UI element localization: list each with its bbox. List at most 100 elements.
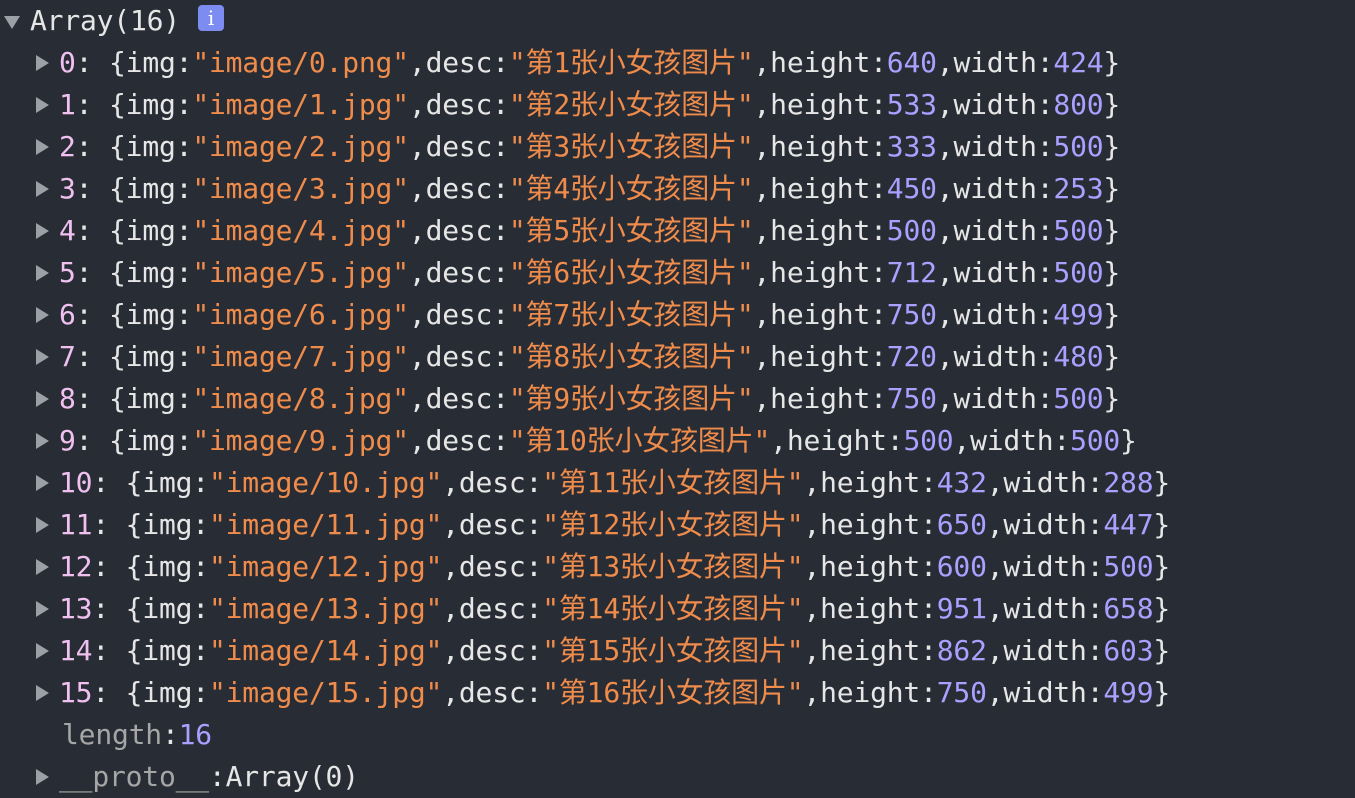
expand-triangle-right-icon[interactable] [36, 475, 49, 491]
expand-triangle-right-icon[interactable] [36, 685, 49, 701]
expand-triangle-right-icon[interactable] [36, 769, 49, 785]
colon: : { [92, 676, 143, 709]
array-item-row[interactable]: 10: {img: " image/10.jpg ", desc: " 第11张小女孩… [0, 462, 1355, 504]
expand-triangle-right-icon[interactable] [36, 55, 49, 71]
array-item-row[interactable]: 2: {img: " image/2.jpg ", desc: " 第3张小女孩图片 "… [0, 126, 1355, 168]
comma: , [442, 592, 459, 625]
colon: : { [75, 88, 126, 121]
array-item-row[interactable]: 14: {img: " image/14.jpg ", desc: " 第15张小女孩… [0, 630, 1355, 672]
array-item-row[interactable]: 8: {img: " image/8.jpg ", desc: " 第9张小女孩图片 "… [0, 378, 1355, 420]
comma: , [442, 676, 459, 709]
expand-triangle-right-icon[interactable] [36, 517, 49, 533]
colon: : [920, 592, 937, 625]
comma: , [936, 256, 954, 289]
colon: : [525, 676, 543, 709]
colon: : [870, 298, 887, 331]
img-key: img [125, 172, 176, 205]
expand-triangle-right-icon[interactable] [36, 139, 49, 155]
expand-triangle-right-icon[interactable] [36, 265, 49, 281]
expand-triangle-right-icon[interactable] [36, 433, 49, 449]
expand-triangle-right-icon[interactable] [36, 181, 49, 197]
expand-triangle-right-icon[interactable] [36, 601, 49, 617]
width-key: width [953, 172, 1037, 205]
colon: : [175, 88, 193, 121]
array-item-row[interactable]: 9: {img: " image/9.jpg ", desc: " 第10张小女孩图片… [0, 420, 1355, 462]
array-item-row[interactable]: 6: {img: " image/6.jpg ", desc: " 第7张小女孩图片 "… [0, 294, 1355, 336]
img-key: img [142, 466, 193, 499]
colon: : [492, 298, 509, 331]
desc-value: 第11张小女孩图片 [558, 466, 787, 499]
expand-triangle-down-icon[interactable] [4, 15, 20, 29]
comma: , [753, 214, 771, 247]
close-brace: } [1103, 172, 1121, 205]
width-value: 500 [1070, 424, 1121, 457]
desc-value: 第9张小女孩图片 [525, 382, 737, 415]
array-item-row[interactable]: 4: {img: " image/4.jpg ", desc: " 第5张小女孩图片 "… [0, 210, 1355, 252]
colon: : [870, 382, 887, 415]
item-index: 14 [59, 634, 93, 667]
array-root-row[interactable]: Array(16) i [0, 0, 1355, 42]
item-index: 11 [59, 508, 93, 541]
array-item-row[interactable]: 7: {img: " image/7.jpg ", desc: " 第8张小女孩图片 "… [0, 336, 1355, 378]
quote: " [736, 298, 754, 331]
comma: , [442, 508, 459, 541]
desc-key: desc [458, 550, 526, 583]
array-item-row[interactable]: 1: {img: " image/1.jpg ", desc: " 第2张小女孩图片 "… [0, 84, 1355, 126]
expand-triangle-right-icon[interactable] [36, 643, 49, 659]
quote: " [392, 298, 409, 331]
width-value: 480 [1053, 340, 1104, 373]
array-items: 0: {img: " image/0.png ", desc: " 第1张小女孩图片 "… [0, 42, 1355, 714]
item-index: 6 [59, 298, 76, 331]
desc-key: desc [425, 256, 493, 289]
quote: " [736, 340, 754, 373]
colon: : [525, 634, 543, 667]
array-item-row[interactable]: 5: {img: " image/5.jpg ", desc: " 第6张小女孩图片 "… [0, 252, 1355, 294]
quote: " [736, 382, 754, 415]
expand-triangle-right-icon[interactable] [36, 559, 49, 575]
img-value: image/13.jpg [225, 592, 426, 625]
info-icon[interactable]: i [197, 5, 224, 31]
array-item-row[interactable]: 13: {img: " image/13.jpg ", desc: " 第14张小女孩… [0, 588, 1355, 630]
quote: " [208, 676, 226, 709]
comma: , [753, 256, 771, 289]
colon: : { [75, 130, 126, 163]
item-index: 3 [59, 172, 76, 205]
colon: : [492, 340, 509, 373]
expand-triangle-right-icon[interactable] [36, 391, 49, 407]
colon: : [870, 214, 887, 247]
comma: , [408, 46, 426, 79]
height-value: 650 [936, 508, 987, 541]
proto-row[interactable]: __proto__: Array(0) [0, 756, 1355, 798]
item-index: 15 [59, 676, 93, 709]
comma: , [936, 382, 954, 415]
width-key: width [953, 46, 1037, 79]
colon: : [492, 382, 509, 415]
array-item-row[interactable]: 3: {img: " image/3.jpg ", desc: " 第4张小女孩图片 "… [0, 168, 1355, 210]
desc-value: 第8张小女孩图片 [525, 340, 737, 373]
close-brace: } [1103, 256, 1121, 289]
array-item-row[interactable]: 12: {img: " image/12.jpg ", desc: " 第13张小女孩… [0, 546, 1355, 588]
array-item-row[interactable]: 15: {img: " image/15.jpg ", desc: " 第16张小女孩… [0, 672, 1355, 714]
width-key: width [1003, 634, 1087, 667]
array-item-row[interactable]: 11: {img: " image/11.jpg ", desc: " 第12张小女孩… [0, 504, 1355, 546]
console-output: Array(16) i 0: {img: " image/0.png ", desc… [0, 0, 1355, 798]
width-key: width [970, 424, 1054, 457]
comma: , [986, 466, 1004, 499]
quote: " [508, 130, 526, 163]
expand-triangle-right-icon[interactable] [36, 223, 49, 239]
colon: : [1036, 172, 1054, 205]
comma: , [408, 172, 426, 205]
colon: : [175, 382, 193, 415]
comma: , [408, 340, 426, 373]
quote: " [425, 634, 443, 667]
expand-triangle-right-icon[interactable] [36, 97, 49, 113]
img-key: img [125, 46, 176, 79]
colon: : [1036, 340, 1054, 373]
expand-triangle-right-icon[interactable] [36, 349, 49, 365]
quote: " [208, 466, 226, 499]
expand-triangle-right-icon[interactable] [36, 307, 49, 323]
quote: " [786, 634, 804, 667]
array-item-row[interactable]: 0: {img: " image/0.png ", desc: " 第1张小女孩图片 "… [0, 42, 1355, 84]
colon: : { [75, 340, 126, 373]
comma: , [936, 88, 954, 121]
